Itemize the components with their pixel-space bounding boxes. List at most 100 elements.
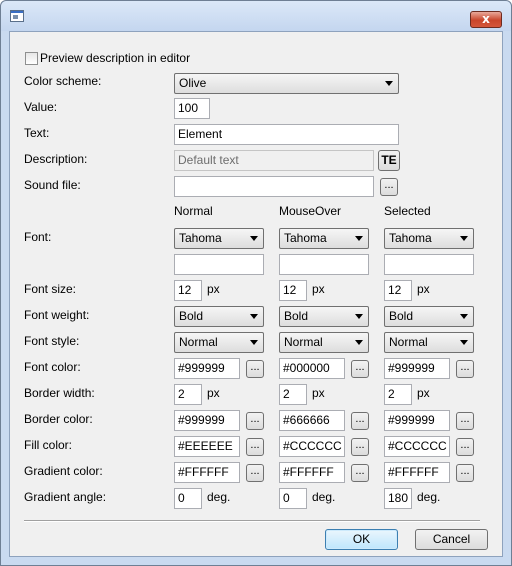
border-color-browse-button[interactable]: ... [351, 412, 369, 430]
font-extra-input[interactable] [384, 254, 474, 275]
chevron-down-icon [460, 314, 468, 319]
font-style-select[interactable]: Normal [384, 332, 474, 353]
font-value: Tahoma [389, 231, 432, 245]
gradient-angle-label: Gradient angle: [24, 490, 107, 504]
font-select[interactable]: Tahoma [384, 228, 474, 249]
font-color-browse-button[interactable]: ... [456, 360, 474, 378]
fill-color-browse-button[interactable]: ... [351, 438, 369, 456]
border-width-label: Border width: [24, 386, 95, 400]
font-style-value: Normal [179, 335, 218, 349]
chevron-down-icon [460, 236, 468, 241]
font-weight-select[interactable]: Bold [384, 306, 474, 327]
fill-color-input[interactable]: #EEEEEE [174, 436, 240, 457]
font-color-label: Font color: [24, 360, 81, 374]
title-bar: x [1, 1, 511, 31]
fill-color-label: Fill color: [24, 438, 73, 452]
preview-label: Preview description in editor [40, 51, 191, 65]
border-color-input[interactable]: #999999 [174, 410, 240, 431]
font-color-browse-button[interactable]: ... [246, 360, 264, 378]
chevron-down-icon [460, 340, 468, 345]
gradient-angle-input[interactable]: 180 [384, 488, 412, 509]
preview-checkbox[interactable] [25, 52, 38, 65]
px-unit: px [312, 282, 325, 296]
gradient-color-browse-button[interactable]: ... [246, 464, 264, 482]
font-style-value: Normal [389, 335, 428, 349]
gradient-angle-input[interactable]: 0 [174, 488, 202, 509]
value-label: Value: [24, 100, 58, 114]
chevron-down-icon [250, 236, 258, 241]
font-weight-label: Font weight: [24, 308, 90, 322]
value-input[interactable]: 100 [174, 98, 210, 119]
column-header: Selected [384, 204, 431, 218]
color-scheme-value: Olive [179, 76, 207, 90]
deg-unit: deg. [312, 490, 336, 504]
chevron-down-icon [250, 314, 258, 319]
sound-file-browse-button[interactable]: ... [380, 178, 398, 196]
cancel-button[interactable]: Cancel [415, 529, 488, 550]
gradient-color-browse-button[interactable]: ... [351, 464, 369, 482]
deg-unit: deg. [417, 490, 441, 504]
font-label: Font: [24, 230, 52, 244]
font-size-input[interactable]: 12 [384, 280, 412, 301]
text-input[interactable]: Element [174, 124, 399, 145]
color-scheme-label: Color scheme: [24, 74, 102, 88]
gradient-color-input[interactable]: #FFFFFF [384, 462, 450, 483]
font-color-input[interactable]: #999999 [384, 358, 450, 379]
font-weight-value: Bold [389, 309, 414, 323]
border-color-input[interactable]: #666666 [279, 410, 345, 431]
font-weight-select[interactable]: Bold [279, 306, 369, 327]
font-size-input[interactable]: 12 [279, 280, 307, 301]
font-style-select[interactable]: Normal [279, 332, 369, 353]
close-button[interactable]: x [470, 11, 502, 28]
font-select[interactable]: Tahoma [174, 228, 264, 249]
te-button[interactable]: TE [378, 150, 400, 171]
sound-file-input[interactable] [174, 176, 374, 197]
border-width-input[interactable]: 2 [279, 384, 307, 405]
border-color-browse-button[interactable]: ... [456, 412, 474, 430]
px-unit: px [207, 282, 220, 296]
gradient-color-label: Gradient color: [24, 464, 103, 478]
color-scheme-select[interactable]: Olive [174, 73, 399, 94]
font-color-browse-button[interactable]: ... [351, 360, 369, 378]
text-label: Text: [24, 126, 50, 140]
fill-color-browse-button[interactable]: ... [246, 438, 264, 456]
border-width-input[interactable]: 2 [384, 384, 412, 405]
deg-unit: deg. [207, 490, 231, 504]
font-size-label: Font size: [24, 282, 77, 296]
font-color-input[interactable]: #999999 [174, 358, 240, 379]
font-extra-input[interactable] [279, 254, 369, 275]
column-header: MouseOver [279, 204, 342, 218]
font-weight-value: Bold [179, 309, 204, 323]
font-extra-input[interactable] [174, 254, 264, 275]
chevron-down-icon [250, 340, 258, 345]
chevron-down-icon [355, 236, 363, 241]
fill-color-browse-button[interactable]: ... [456, 438, 474, 456]
gradient-color-input[interactable]: #FFFFFF [279, 462, 345, 483]
border-width-input[interactable]: 2 [174, 384, 202, 405]
font-color-input[interactable]: #000000 [279, 358, 345, 379]
fill-color-input[interactable]: #CCCCCC [384, 436, 450, 457]
px-unit: px [417, 282, 430, 296]
sound-file-label: Sound file: [24, 178, 81, 192]
font-value: Tahoma [284, 231, 327, 245]
separator [24, 520, 480, 522]
fill-color-input[interactable]: #CCCCCC [279, 436, 345, 457]
border-color-input[interactable]: #999999 [384, 410, 450, 431]
column-header: Normal [174, 204, 213, 218]
gradient-color-browse-button[interactable]: ... [456, 464, 474, 482]
font-style-select[interactable]: Normal [174, 332, 264, 353]
px-unit: px [417, 386, 430, 400]
font-weight-select[interactable]: Bold [174, 306, 264, 327]
font-size-input[interactable]: 12 [174, 280, 202, 301]
gradient-angle-input[interactable]: 0 [279, 488, 307, 509]
gradient-color-input[interactable]: #FFFFFF [174, 462, 240, 483]
ok-button[interactable]: OK [325, 529, 398, 550]
border-color-browse-button[interactable]: ... [246, 412, 264, 430]
chevron-down-icon [355, 314, 363, 319]
font-select[interactable]: Tahoma [279, 228, 369, 249]
font-weight-value: Bold [284, 309, 309, 323]
dialog-body: Preview description in editor Color sche… [9, 31, 503, 557]
dialog-window: x Preview description in editor Color sc… [0, 0, 512, 566]
border-color-label: Border color: [24, 412, 93, 426]
chevron-down-icon [385, 81, 393, 86]
